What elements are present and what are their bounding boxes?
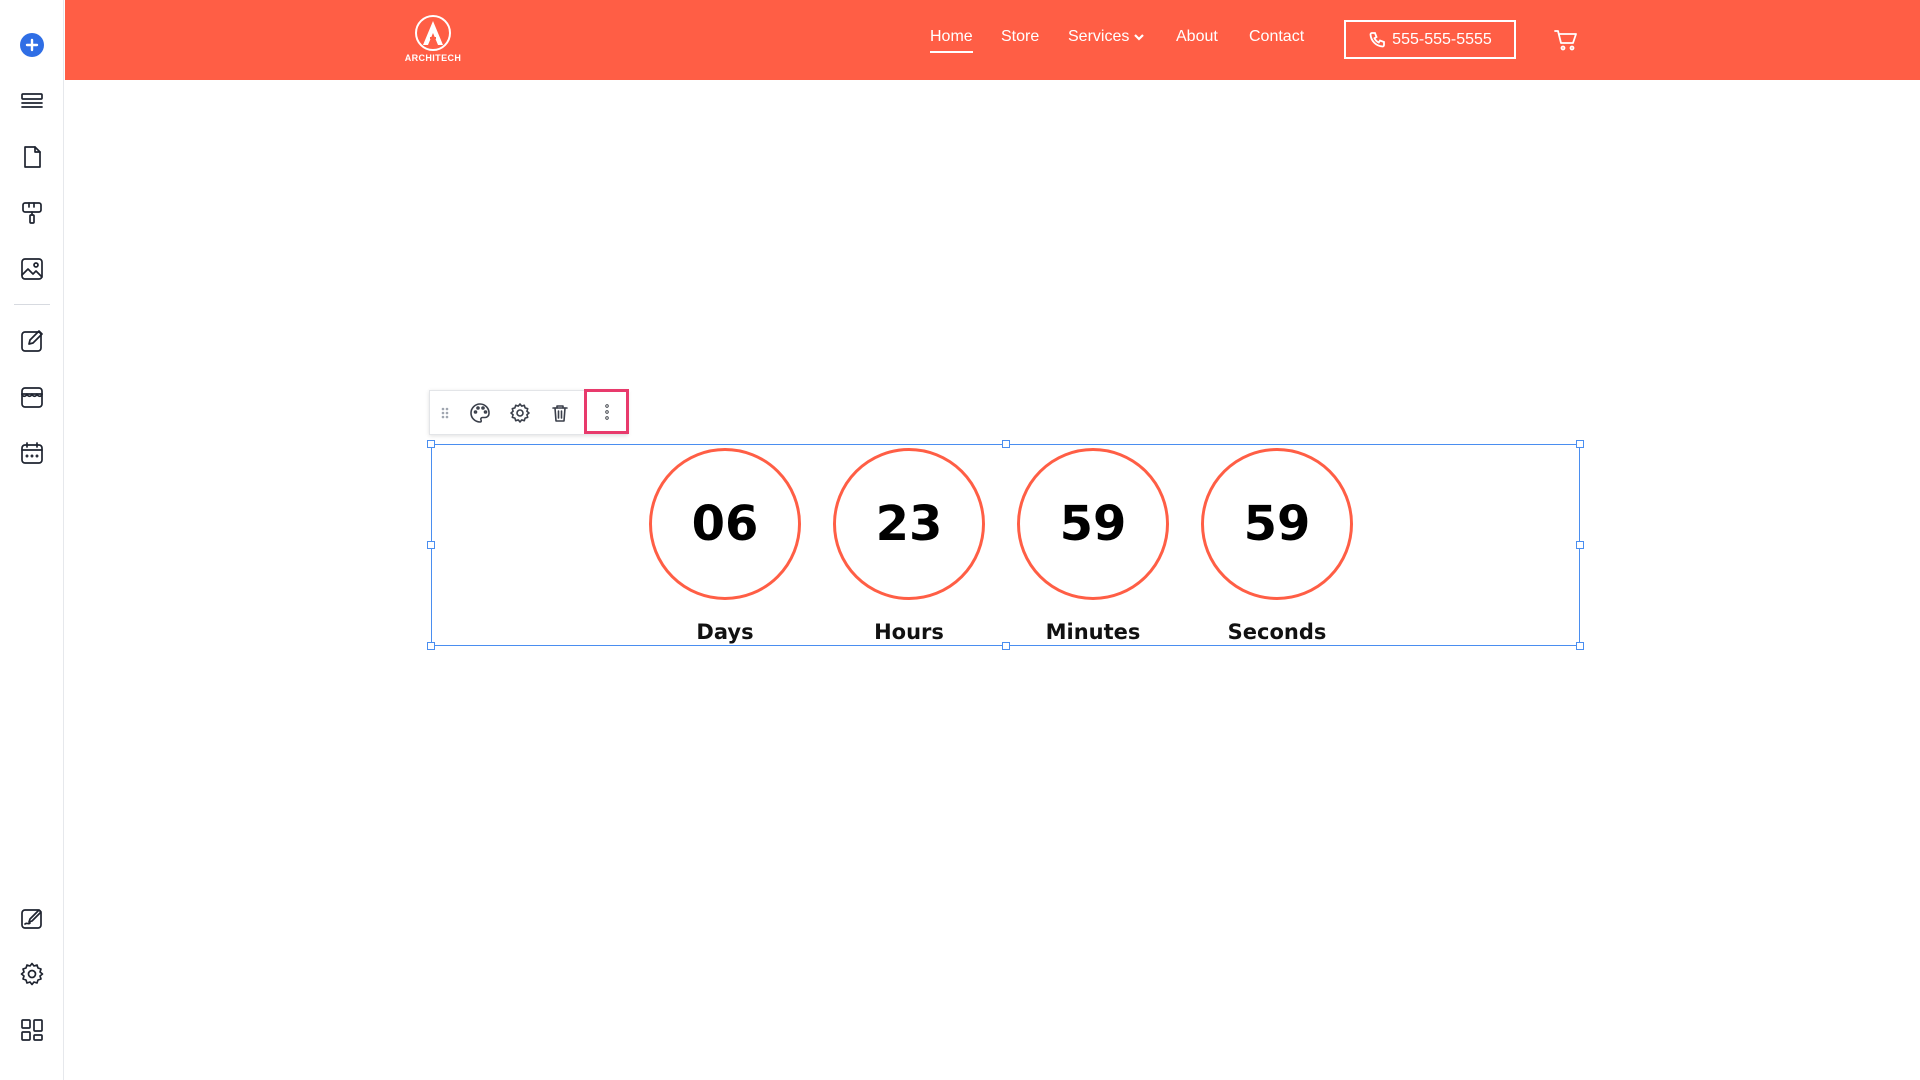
design-button[interactable] — [12, 193, 52, 233]
nav-home[interactable]: Home — [930, 28, 973, 53]
block-settings-button[interactable] — [500, 391, 540, 434]
resize-handle-left[interactable] — [427, 541, 435, 549]
countdown-seconds-label: Seconds — [1227, 620, 1327, 644]
nav-services-label: Services — [1068, 28, 1130, 45]
nav-contact[interactable]: Contact — [1249, 28, 1304, 46]
edit-icon — [21, 330, 43, 352]
countdown-minutes-label: Minutes — [1045, 620, 1141, 644]
resize-handle-bottom-right[interactable] — [1576, 642, 1584, 650]
cart-icon — [1554, 30, 1577, 51]
trash-icon — [552, 404, 568, 422]
sidebar-divider — [14, 304, 50, 305]
dashboard-button[interactable] — [12, 1010, 52, 1050]
media-button[interactable] — [12, 249, 52, 289]
store-icon — [21, 387, 43, 408]
pages-button[interactable] — [12, 137, 52, 177]
plus-icon — [20, 33, 44, 57]
countdown-hours-value: 23 — [833, 448, 985, 600]
countdown-block-selection[interactable] — [427, 440, 1584, 650]
nav-about[interactable]: About — [1176, 28, 1218, 46]
countdown-minutes: 59 Minutes — [1017, 448, 1169, 644]
more-options-button[interactable] — [584, 389, 629, 434]
resize-handle-top-right[interactable] — [1576, 440, 1584, 448]
phone-icon — [1369, 31, 1386, 47]
delete-block-button[interactable] — [540, 391, 580, 434]
countdown-seconds: 59 Seconds — [1201, 448, 1353, 644]
page-icon — [24, 146, 41, 168]
image-icon — [21, 258, 43, 280]
layers-icon — [21, 93, 43, 108]
style-button[interactable] — [460, 391, 500, 434]
countdown-hours: 23 Hours — [833, 448, 985, 644]
resize-handle-bottom[interactable] — [1002, 642, 1010, 650]
nav-services[interactable]: Services — [1068, 28, 1145, 46]
content-editor-button[interactable] — [12, 898, 52, 938]
countdown-days-label: Days — [696, 620, 754, 644]
gear-icon — [20, 962, 44, 986]
settings-button[interactable] — [12, 954, 52, 994]
site-logo[interactable]: ARCHITECH — [401, 14, 465, 66]
layers-button[interactable] — [12, 81, 52, 121]
site-header: ARCHITECH Home Store Services About Cont… — [65, 0, 1920, 80]
more-vertical-icon — [604, 403, 609, 420]
bookings-button[interactable] — [12, 433, 52, 473]
countdown-minutes-value: 59 — [1017, 448, 1169, 600]
signature-icon — [21, 909, 42, 929]
resize-handle-top-left[interactable] — [427, 440, 435, 448]
logo-text: ARCHITECH — [404, 53, 462, 63]
store-button[interactable] — [12, 377, 52, 417]
resize-handle-top[interactable] — [1002, 440, 1010, 448]
add-block-button[interactable] — [12, 25, 52, 65]
phone-button[interactable]: 555-555-5555 — [1344, 20, 1516, 59]
countdown-seconds-value: 59 — [1201, 448, 1353, 600]
dashboard-icon — [21, 1019, 43, 1041]
resize-handle-bottom-left[interactable] — [427, 642, 435, 650]
resize-handle-right[interactable] — [1576, 541, 1584, 549]
block-toolbar — [429, 389, 629, 435]
cart-button[interactable] — [1553, 28, 1579, 52]
drag-handle-icon — [441, 407, 449, 418]
calendar-icon — [21, 442, 43, 464]
editor-sidebar — [0, 0, 64, 1080]
drag-handle[interactable] — [430, 391, 460, 434]
blog-button[interactable] — [12, 321, 52, 361]
paint-roller-icon — [22, 202, 42, 224]
chevron-down-icon — [1134, 33, 1145, 41]
nav-store[interactable]: Store — [1001, 28, 1039, 46]
countdown-days-value: 06 — [649, 448, 801, 600]
logo-mark-icon — [415, 15, 451, 51]
phone-number: 555-555-5555 — [1392, 30, 1492, 48]
countdown-days: 06 Days — [649, 448, 801, 644]
countdown-hours-label: Hours — [874, 620, 944, 644]
palette-icon — [470, 402, 490, 423]
gear-icon — [510, 402, 530, 423]
